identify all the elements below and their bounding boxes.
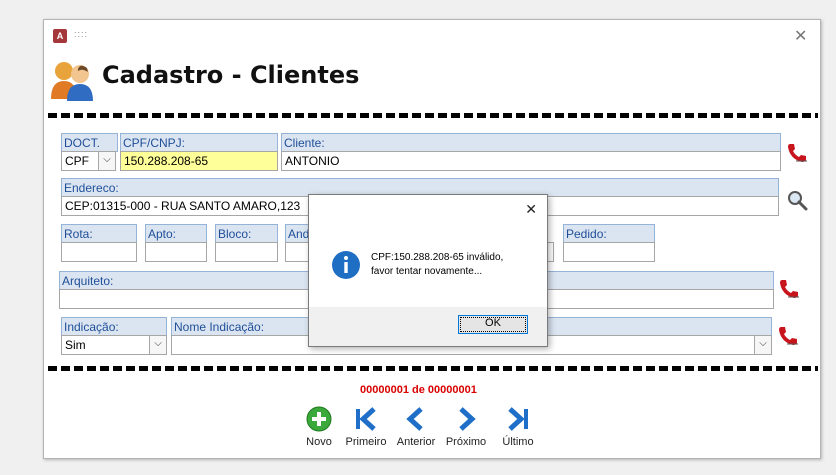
novo-button[interactable]: Novo bbox=[294, 406, 344, 448]
anterior-button[interactable]: Anterior bbox=[391, 406, 441, 448]
pedido-label: Pedido: bbox=[563, 224, 655, 243]
dialog-message-line2: favor tentar novamente... bbox=[371, 266, 483, 277]
phone-icon[interactable] bbox=[777, 325, 799, 347]
dialog-footer: OK bbox=[309, 307, 547, 346]
bloco-label: Bloco: bbox=[215, 224, 278, 243]
primeiro-label: Primeiro bbox=[345, 436, 387, 448]
next-record-icon bbox=[459, 407, 476, 431]
cliente-label: Cliente: bbox=[281, 133, 781, 152]
doct-select[interactable]: CPF ⌵ bbox=[61, 151, 116, 171]
page-title: Cadastro - Clientes bbox=[102, 61, 360, 89]
doct-label: DOCT. bbox=[61, 133, 118, 152]
ultimo-label: Último bbox=[502, 436, 534, 448]
proximo-label: Próximo bbox=[445, 436, 487, 448]
dialog-close-button[interactable]: ✕ bbox=[525, 201, 537, 218]
proximo-button[interactable]: Próximo bbox=[441, 406, 491, 448]
indicacao-value: Sim bbox=[65, 338, 86, 352]
cpf-label: CPF/CNPJ: bbox=[120, 133, 278, 152]
ultimo-button[interactable]: Último bbox=[493, 406, 543, 448]
previous-record-icon bbox=[406, 407, 423, 431]
divider-bottom bbox=[48, 366, 818, 371]
info-icon bbox=[332, 251, 360, 279]
chevron-down-icon[interactable]: ⌵ bbox=[98, 152, 115, 170]
users-icon bbox=[51, 62, 93, 101]
indicacao-label: Indicação: bbox=[61, 317, 167, 336]
plus-icon bbox=[306, 406, 332, 432]
chevron-down-icon[interactable]: ⌵ bbox=[754, 336, 771, 354]
first-record-icon bbox=[356, 407, 376, 431]
window-title: :::: bbox=[74, 29, 89, 39]
cliente-field[interactable]: ANTONIO bbox=[281, 151, 781, 171]
cpf-field[interactable]: 150.288.208-65 bbox=[120, 151, 278, 171]
apto-label: Apto: bbox=[145, 224, 207, 243]
divider-top bbox=[48, 113, 818, 118]
doct-value: CPF bbox=[65, 154, 89, 168]
record-counter: 00000001 de 00000001 bbox=[360, 384, 477, 396]
chevron-down-icon[interactable]: ⌵ bbox=[149, 336, 166, 354]
rota-label: Rota: bbox=[61, 224, 137, 243]
indicacao-select[interactable]: Sim ⌵ bbox=[61, 335, 167, 355]
novo-label: Novo bbox=[306, 436, 332, 448]
access-app-icon: A bbox=[53, 29, 67, 43]
apto-field[interactable] bbox=[145, 242, 207, 262]
anterior-label: Anterior bbox=[396, 436, 436, 448]
dialog-message-line1: CPF:150.288.208-65 inválido, bbox=[371, 252, 504, 263]
rota-field[interactable] bbox=[61, 242, 137, 262]
dialog-message: CPF:150.288.208-65 inválido, favor tenta… bbox=[371, 251, 541, 279]
window-close-button[interactable]: ✕ bbox=[794, 26, 807, 46]
pedido-field[interactable] bbox=[563, 242, 655, 262]
bloco-field[interactable] bbox=[215, 242, 278, 262]
last-record-icon bbox=[508, 407, 528, 431]
message-dialog: ✕ CPF:150.288.208-65 inválido, favor ten… bbox=[308, 194, 548, 347]
search-icon[interactable] bbox=[786, 189, 808, 211]
primeiro-button[interactable]: Primeiro bbox=[341, 406, 391, 448]
ok-button[interactable]: OK bbox=[458, 315, 528, 334]
phone-icon[interactable] bbox=[778, 278, 800, 300]
phone-icon[interactable] bbox=[786, 142, 808, 164]
